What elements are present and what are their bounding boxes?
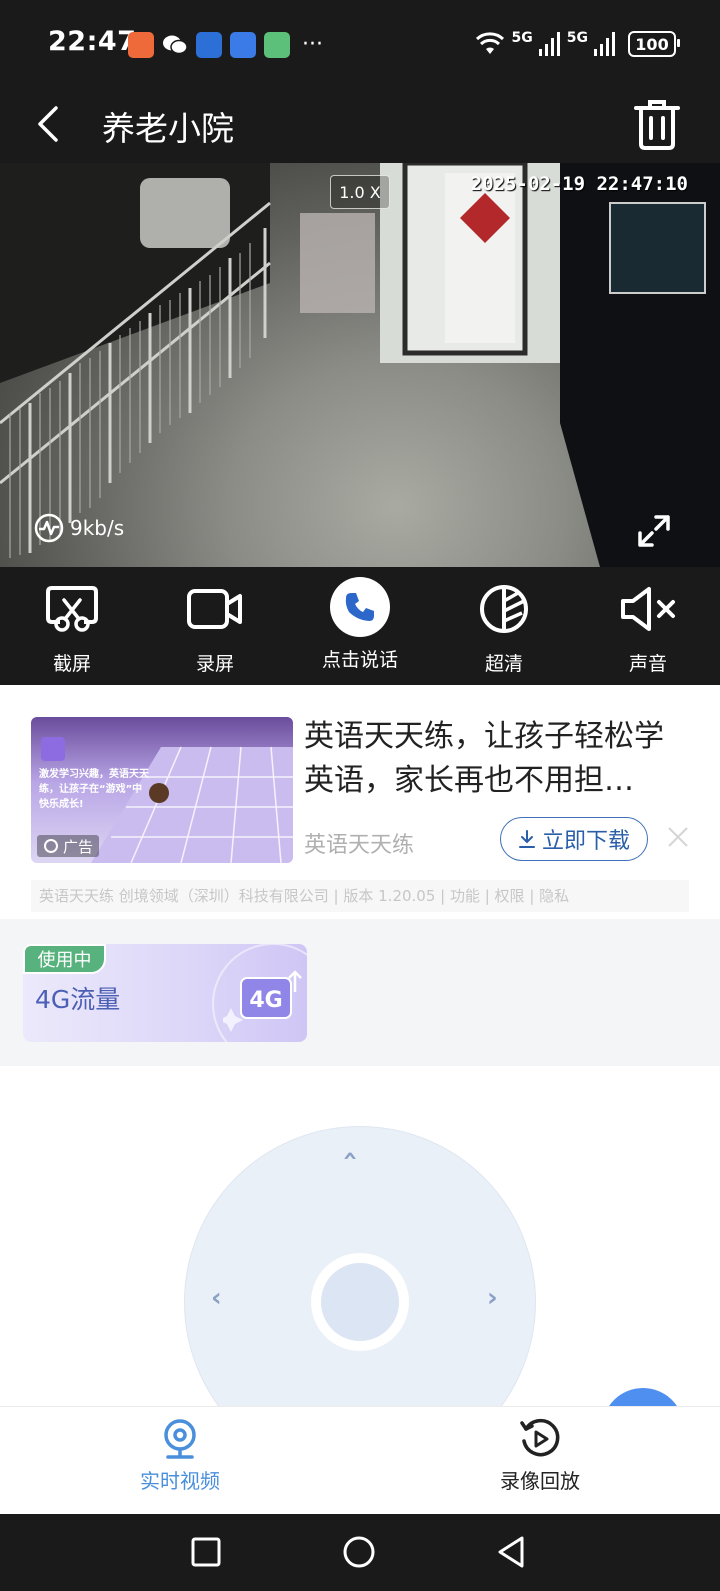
control-label: 声音	[628, 653, 667, 675]
phone-icon	[330, 577, 390, 637]
status-badge: 使用中	[23, 944, 106, 974]
app-header: 养老小院	[0, 88, 720, 163]
ad-image-caption: 激发学习兴趣，英语天天练，让孩子在“游戏”中快乐成长!	[39, 769, 149, 810]
screenshot-icon	[40, 577, 104, 641]
bitrate-indicator: 9kb/s	[34, 513, 124, 543]
quality-button[interactable]: 超清	[454, 577, 554, 676]
ptz-right-arrow[interactable]: ›	[487, 1283, 498, 1313]
activity-icon	[34, 513, 64, 543]
tab-playback[interactable]: 录像回放	[460, 1417, 620, 1494]
control-label: 点击说话	[321, 649, 398, 671]
hd-quality-icon	[472, 577, 536, 641]
close-icon[interactable]	[664, 823, 692, 851]
zoom-level-badge[interactable]: 1.0 X	[330, 175, 390, 209]
data-plan-label: 4G流量	[35, 985, 121, 1014]
data-plan-section: 使用中 4G流量 4G	[0, 919, 720, 1066]
tab-live-video[interactable]: 实时视频	[100, 1417, 260, 1494]
signal-icon	[538, 32, 560, 56]
ad-tag-label: 广告	[63, 837, 94, 856]
tab-label: 录像回放	[500, 1469, 580, 1493]
ad-banner[interactable]: 激发学习兴趣，英语天天练，让孩子在“游戏”中快乐成长! 广告 英语天天练，让孩子…	[0, 685, 720, 919]
status-bar: 22:47 ··· 5G 5G 100	[0, 0, 720, 88]
battery-icon: 100	[628, 31, 680, 57]
speaker-mute-icon	[616, 577, 680, 641]
video-camera-icon	[183, 577, 247, 641]
app-store-icon	[230, 32, 256, 58]
page-title: 养老小院	[102, 109, 234, 148]
ad-brand: 英语天天练	[304, 833, 415, 858]
record-button[interactable]: 录屏	[165, 577, 265, 676]
bitrate-value: 9kb/s	[70, 516, 125, 540]
network-type-label: 5G	[566, 30, 588, 46]
ptz-joystick[interactable]: ‹ ‹ ›	[184, 1126, 536, 1406]
ptz-up-arrow[interactable]: ‹	[335, 1151, 365, 1162]
download-label: 立即下载	[541, 829, 630, 854]
ptz-control-section: ‹ ‹ ›	[0, 1066, 720, 1406]
wechat-icon	[162, 32, 188, 58]
wifi-icon	[475, 32, 504, 54]
playback-icon	[518, 1417, 562, 1461]
tab-label: 实时视频	[140, 1469, 220, 1493]
notification-icons: ···	[128, 31, 323, 59]
signal-icon	[594, 32, 615, 56]
data-plan-card[interactable]: 使用中 4G流量 4G	[23, 944, 307, 1042]
clock: 22:47	[48, 26, 137, 57]
chevron-left-icon[interactable]	[30, 102, 70, 146]
more-notifications-icon: ···	[302, 32, 323, 57]
ptz-joystick-knob[interactable]	[311, 1253, 409, 1351]
recent-apps-icon[interactable]	[188, 1534, 224, 1570]
floating-action-button[interactable]	[602, 1388, 684, 1406]
talk-button[interactable]: 点击说话	[310, 577, 410, 672]
system-status: 5G 5G 100	[474, 30, 680, 58]
ptz-left-arrow[interactable]: ‹	[211, 1283, 222, 1313]
app-notification-icon	[128, 32, 154, 58]
screenshot-button[interactable]: 截屏	[22, 577, 122, 676]
back-nav-icon[interactable]	[494, 1534, 530, 1570]
control-label: 截屏	[52, 653, 91, 675]
trash-icon[interactable]	[632, 96, 682, 152]
bottom-tab-bar: 实时视频 录像回放	[0, 1406, 720, 1515]
system-nav-bar	[0, 1514, 720, 1591]
4g-icon: 4G	[219, 962, 303, 1032]
video-timestamp: 2025-02-19 22:47:10	[470, 173, 688, 195]
live-video-feed[interactable]: 1.0 X 2025-02-19 22:47:10 9kb/s	[0, 163, 720, 567]
network-type-label: 5G	[511, 30, 533, 46]
ad-logo-icon	[44, 839, 58, 853]
camera-scene	[0, 163, 720, 567]
control-label: 录屏	[195, 653, 234, 675]
video-controls: 截屏 录屏 点击说话 超清 声音	[0, 567, 720, 685]
ad-app-info[interactable]: 英语天天练 创境领域（深圳）科技有限公司 | 版本 1.20.05 | 功能 |…	[31, 880, 689, 912]
app-notification-icon	[196, 32, 222, 58]
ad-image[interactable]: 激发学习兴趣，英语天天练，让孩子在“游戏”中快乐成长! 广告	[31, 717, 293, 863]
control-label: 超清	[484, 653, 523, 675]
4g-icon-text: 4G	[249, 988, 283, 1013]
camera-icon	[158, 1417, 202, 1461]
fullscreen-icon[interactable]	[634, 511, 674, 551]
sound-button[interactable]: 声音	[598, 577, 698, 676]
app-notification-icon	[264, 32, 290, 58]
home-icon[interactable]	[341, 1534, 377, 1570]
ad-tag: 广告	[37, 835, 100, 857]
download-button[interactable]: 立即下载	[500, 817, 648, 861]
download-icon	[518, 830, 535, 848]
ad-title[interactable]: 英语天天练，让孩子轻松学英语，家长再也不用担…	[304, 715, 684, 803]
